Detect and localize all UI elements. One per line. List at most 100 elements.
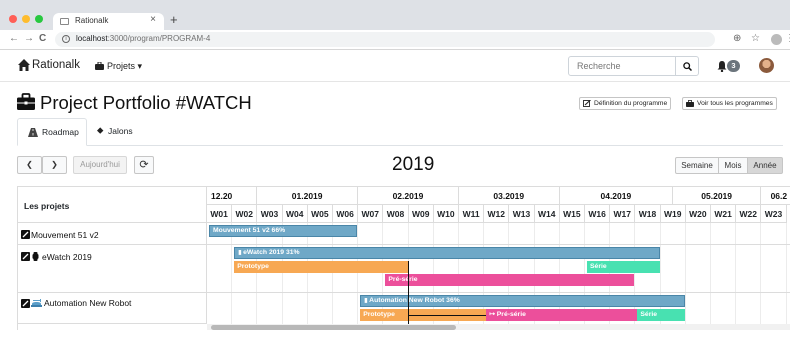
week-header: W08 — [383, 205, 409, 223]
briefcase-icon — [17, 93, 35, 110]
week-header: W02 — [232, 205, 258, 223]
bar-label: Série — [590, 262, 607, 270]
address-bar: ← → C i localhost:3000/program/PROGRAM-4… — [0, 30, 790, 50]
month-header: 12.20 — [207, 187, 258, 205]
search-input[interactable] — [568, 56, 676, 76]
dependency-line — [407, 314, 487, 316]
year-title: 2019 — [392, 154, 435, 175]
week-header: W03 — [257, 205, 283, 223]
maximize-window-dot[interactable] — [35, 15, 43, 23]
projects-header-label: Les projets — [24, 201, 70, 211]
month-header: 02.2019 — [358, 187, 459, 205]
definition-programme-button[interactable]: Définition du programme — [579, 97, 672, 110]
project-row-robot[interactable]: Automation New Robot — [18, 293, 207, 324]
tab-roadmap-label: Roadmap — [42, 127, 79, 137]
back-icon[interactable]: ← — [9, 33, 19, 44]
scrollbar-thumb[interactable] — [211, 325, 456, 330]
close-window-dot[interactable] — [9, 15, 17, 23]
week-header: W07 — [358, 205, 384, 223]
bar-ewatch-prototype[interactable]: Prototype — [234, 260, 408, 273]
week-header: W19 — [660, 205, 686, 223]
project-label: eWatch 2019 — [42, 252, 92, 262]
week-header: W14 — [534, 205, 560, 223]
view-mois-button[interactable]: Mois — [718, 157, 748, 174]
info-icon[interactable]: i — [62, 35, 70, 43]
week-gridline — [760, 223, 762, 324]
week-header: W17 — [610, 205, 636, 223]
edit-icon[interactable] — [21, 299, 30, 308]
week-header: W01 — [207, 205, 233, 223]
week-header: W13 — [509, 205, 535, 223]
project-row-mouvement[interactable]: Mouvement 51 v2 — [18, 223, 207, 245]
url-path: :3000/program/PROGRAM-4 — [107, 34, 211, 43]
briefcase-icon — [686, 100, 694, 107]
brand-link[interactable]: Rationalk — [32, 59, 80, 71]
forward-icon[interactable]: → — [24, 33, 34, 44]
search-button[interactable] — [675, 56, 699, 76]
home-icon[interactable] — [17, 58, 31, 72]
week-gridline — [357, 223, 359, 324]
month-label: 01.2019 — [291, 191, 323, 201]
bar-label: Pré-série — [388, 276, 418, 283]
tab-jalons-label: Jalons — [108, 126, 133, 136]
next-button[interactable]: ❯ — [42, 156, 67, 174]
week-header: W16 — [585, 205, 611, 223]
page-title: Project Portfolio #WATCH — [40, 92, 252, 113]
week-header: W23 — [761, 205, 787, 223]
week-header: W10 — [433, 205, 459, 223]
tab-title: Rationalk — [75, 16, 109, 25]
week-header: W20 — [685, 205, 711, 223]
avatar[interactable] — [759, 58, 774, 73]
tab-close-icon[interactable]: × — [150, 14, 156, 25]
briefcase-icon — [95, 62, 104, 70]
browser-tab-bar: Rationalk × + — [0, 0, 790, 30]
search-icon — [683, 62, 692, 71]
bar-ewatch-preserie[interactable]: Pré-série — [385, 274, 635, 286]
tab-jalons[interactable]: Jalons — [87, 118, 147, 146]
watch-icon — [32, 252, 39, 261]
row-separator — [207, 244, 790, 245]
month-label: 03.2019 — [493, 191, 525, 201]
week-header: W12 — [484, 205, 510, 223]
url-field[interactable]: i localhost:3000/program/PROGRAM-4 — [55, 32, 715, 47]
project-label: Automation New Robot — [44, 298, 132, 308]
edit-icon[interactable] — [21, 252, 30, 261]
browser-menu-icon[interactable]: ⋮ — [785, 33, 790, 44]
voir-tous-programmes-button[interactable]: Voir tous les programmes — [682, 97, 777, 110]
bar-label: Prototype — [363, 310, 395, 318]
browser-tab[interactable]: Rationalk × — [53, 13, 164, 30]
profile-icon[interactable] — [771, 34, 782, 45]
refresh-button[interactable]: ⟳ — [134, 156, 154, 174]
bar-robot-serie[interactable]: Série — [637, 308, 685, 321]
minimize-window-dot[interactable] — [22, 15, 30, 23]
week-header: W21 — [711, 205, 737, 223]
week-gridline — [281, 223, 283, 324]
bar-label: eWatch 2019 31% — [243, 249, 300, 256]
today-button[interactable]: Aujourd'hui — [73, 156, 127, 174]
bar-ewatch[interactable]: ▮ eWatch 2019 31% — [234, 247, 660, 259]
url-host: localhost — [76, 34, 108, 43]
bar-ewatch-serie[interactable]: Série — [587, 260, 660, 273]
project-row-ewatch[interactable]: eWatch 2019 — [18, 245, 207, 293]
row-separator — [207, 292, 790, 293]
reload-icon[interactable]: C — [39, 33, 46, 44]
new-tab-button[interactable]: + — [170, 13, 178, 27]
view-annee-button[interactable]: Année — [747, 157, 783, 174]
bar-label: Automation New Robot 36% — [369, 297, 460, 304]
view-semaine-button[interactable]: Semaine — [675, 157, 719, 174]
robot-icon — [31, 299, 42, 307]
prev-button[interactable]: ❮ — [17, 156, 42, 174]
week-gridline — [785, 223, 787, 324]
week-header: W05 — [307, 205, 333, 223]
bell-icon[interactable] — [717, 60, 727, 72]
zoom-icon[interactable]: ⊕ — [733, 33, 741, 44]
projets-dropdown[interactable]: Projets ▾ — [107, 61, 142, 72]
week-header: W04 — [282, 205, 308, 223]
edit-icon[interactable] — [21, 230, 30, 239]
bar-robot-preserie[interactable]: ↦ Pré-série — [486, 308, 660, 321]
bookmark-star-icon[interactable]: ☆ — [751, 33, 760, 44]
tab-roadmap[interactable]: Roadmap — [17, 118, 87, 146]
bar-mouvement[interactable]: Mouvement 51 v2 66% — [209, 225, 358, 237]
horizontal-scrollbar[interactable] — [207, 324, 790, 330]
month-header: 01.2019 — [257, 187, 359, 205]
